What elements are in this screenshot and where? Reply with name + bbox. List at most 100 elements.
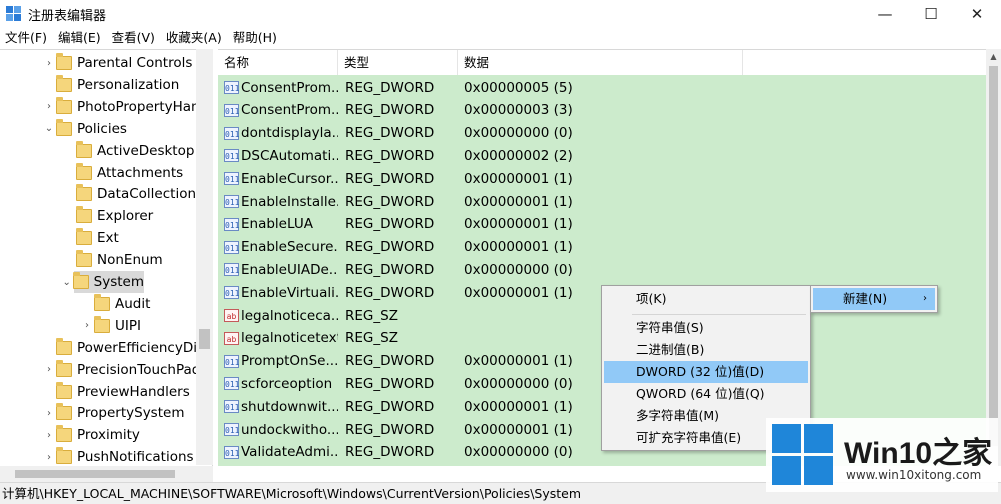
value-data: 0x00000000 (0) — [464, 261, 573, 278]
value-data: 0x00000001 (1) — [464, 239, 573, 256]
value-type: REG_DWORD — [345, 375, 435, 392]
menu-file[interactable]: 文件(F) — [0, 28, 53, 48]
value-data: 0x00000001 (1) — [464, 216, 573, 233]
value-name: legalnoticeca... — [241, 307, 338, 324]
table-row[interactable]: 011 EnableCursor... REG_DWORD 0x00000001 (1… — [218, 167, 986, 190]
binary-value-icon: 011 — [224, 354, 239, 368]
tree-item[interactable]: PowerEfficiencyDia — [42, 337, 205, 359]
maximize-button[interactable]: ☐ — [908, 0, 954, 28]
registry-tree: › Parental Controls Personalization › PhotoP… — [0, 49, 213, 482]
value-name-cell: ab legalnoticetext — [218, 330, 338, 346]
menu-new[interactable]: 新建(N) › — [813, 288, 935, 310]
list-vertical-scrollbar[interactable]: ▲ — [986, 49, 1001, 466]
tree-item-label: Audit — [115, 295, 151, 312]
tree-item-label: UIPI — [115, 317, 141, 334]
tree-item[interactable]: › PushNotifications — [42, 446, 194, 468]
tree-item[interactable]: DataCollection — [62, 183, 196, 205]
chevron-right-icon[interactable]: › — [42, 452, 56, 463]
table-row[interactable]: 011 ConsentProm... REG_DWORD 0x00000003 (3) — [218, 99, 986, 122]
chevron-right-icon[interactable]: › — [80, 320, 94, 331]
binary-value-icon: 011 — [224, 263, 239, 277]
binary-value-icon: 011 — [224, 126, 239, 140]
table-row[interactable]: 011 dontdisplayla... REG_DWORD 0x00000000 (… — [218, 122, 986, 145]
tree-item[interactable]: ⌄ System — [62, 271, 144, 293]
value-name: ConsentProm... — [241, 102, 338, 119]
value-name: EnableVirtuali... — [241, 284, 338, 301]
column-data[interactable]: 数据 — [458, 50, 743, 75]
table-row[interactable]: 011 ConsentProm... REG_DWORD 0x00000005 (5) — [218, 76, 986, 99]
tree-item[interactable]: Ext — [62, 227, 119, 249]
chevron-down-icon[interactable]: ⌄ — [42, 123, 56, 134]
chevron-right-icon: › — [923, 293, 927, 304]
value-name-cell: 011 EnableCursor... — [218, 171, 338, 187]
tree-item[interactable]: NonEnum — [62, 249, 163, 271]
tree-horizontal-scrollbar[interactable] — [0, 466, 213, 482]
tree-item-label: PreviewHandlers — [77, 383, 190, 400]
value-type: REG_DWORD — [345, 102, 435, 119]
value-type: REG_DWORD — [345, 125, 435, 142]
tree-item[interactable]: › PrecisionTouchPad — [42, 359, 200, 381]
tree-item-label: DataCollection — [97, 186, 197, 203]
binary-value-icon: 011 — [224, 445, 239, 459]
table-row[interactable]: 011 EnableUIADe... REG_DWORD 0x00000000 (0) — [218, 258, 986, 281]
ctx-item-dword[interactable]: DWORD (32 位)值(D) — [604, 361, 808, 383]
menu-view[interactable]: 查看(V) — [107, 28, 161, 48]
chevron-right-icon[interactable]: › — [42, 408, 56, 419]
ctx-item-key[interactable]: 项(K) — [604, 288, 808, 310]
chevron-right-icon[interactable]: › — [42, 101, 56, 112]
value-name: EnableInstalle... — [241, 193, 338, 210]
value-type: REG_DWORD — [345, 398, 435, 415]
tree-item[interactable]: Explorer — [62, 205, 153, 227]
chevron-down-icon[interactable]: ⌄ — [60, 277, 73, 288]
scroll-up-icon[interactable]: ▲ — [986, 49, 1001, 64]
string-value-icon: ab — [224, 331, 239, 345]
tree-item[interactable]: PreviewHandlers — [42, 381, 190, 403]
column-name[interactable]: 名称 — [218, 50, 338, 75]
menu-favorites[interactable]: 收藏夹(A) — [161, 28, 228, 48]
value-name: dontdisplayla... — [241, 125, 338, 142]
tree-item[interactable]: ActiveDesktop — [62, 140, 194, 162]
list-header: 名称 类型 数据 — [218, 50, 986, 75]
tree-item[interactable]: Audit — [80, 293, 150, 315]
folder-icon — [76, 250, 92, 268]
binary-value-icon: 011 — [224, 149, 239, 163]
tree-item-label: Attachments — [97, 164, 184, 181]
tree-item[interactable]: ⌄ Policies — [42, 118, 127, 140]
tree-item[interactable]: › Proximity — [42, 424, 140, 446]
list-scroll-thumb[interactable] — [989, 66, 998, 446]
tree-item[interactable]: Attachments — [62, 162, 183, 184]
tree-item[interactable]: › PhotoPropertyHan — [42, 96, 200, 118]
tree-item[interactable]: Personalization — [42, 74, 179, 96]
chevron-right-icon[interactable]: › — [42, 430, 56, 441]
table-row[interactable]: 011 EnableLUA REG_DWORD 0x00000001 (1) — [218, 213, 986, 236]
chevron-right-icon[interactable]: › — [42, 58, 56, 69]
chevron-right-icon[interactable]: › — [42, 364, 56, 375]
tree-vertical-scrollbar[interactable] — [196, 49, 213, 465]
folder-icon — [76, 184, 92, 202]
table-row[interactable]: 011EnableInstalle... REG_DWORD 0x00000001 … — [218, 190, 986, 213]
value-name-cell: 011EnableInstalle... — [218, 194, 338, 210]
value-type: REG_DWORD — [345, 353, 435, 370]
folder-icon — [56, 53, 72, 70]
value-name: DSCAutomati... — [241, 147, 338, 164]
minimize-button[interactable]: — — [862, 0, 908, 28]
tree-item[interactable]: › PropertySystem — [42, 402, 184, 424]
column-type[interactable]: 类型 — [338, 50, 458, 75]
tree-item[interactable]: › UIPI — [80, 315, 141, 337]
binary-value-icon: 011 — [224, 286, 239, 300]
tree-hscroll-thumb[interactable] — [15, 470, 175, 478]
tree-item-label: PrecisionTouchPad — [77, 361, 201, 378]
menu-help[interactable]: 帮助(H) — [228, 28, 283, 48]
value-data: 0x00000001 (1) — [464, 170, 573, 187]
tree-item[interactable]: › Parental Controls — [42, 52, 192, 74]
value-name-cell: 011 scforceoption — [218, 376, 338, 392]
close-button[interactable]: ✕ — [954, 0, 1000, 28]
ctx-item-string[interactable]: 字符串值(S) — [604, 317, 808, 339]
table-row[interactable]: 011 EnableSecure... REG_DWORD 0x00000001 (1… — [218, 236, 986, 259]
ctx-item-qword[interactable]: QWORD (64 位)值(Q) — [604, 383, 808, 405]
tree-scroll-thumb[interactable] — [199, 329, 210, 349]
ctx-item-binary[interactable]: 二进制值(B) — [604, 339, 808, 361]
value-name-cell: 011 ConsentProm... — [218, 80, 338, 96]
menu-edit[interactable]: 编辑(E) — [53, 28, 107, 48]
table-row[interactable]: 011 DSCAutomati... REG_DWORD 0x00000002 (2) — [218, 144, 986, 167]
